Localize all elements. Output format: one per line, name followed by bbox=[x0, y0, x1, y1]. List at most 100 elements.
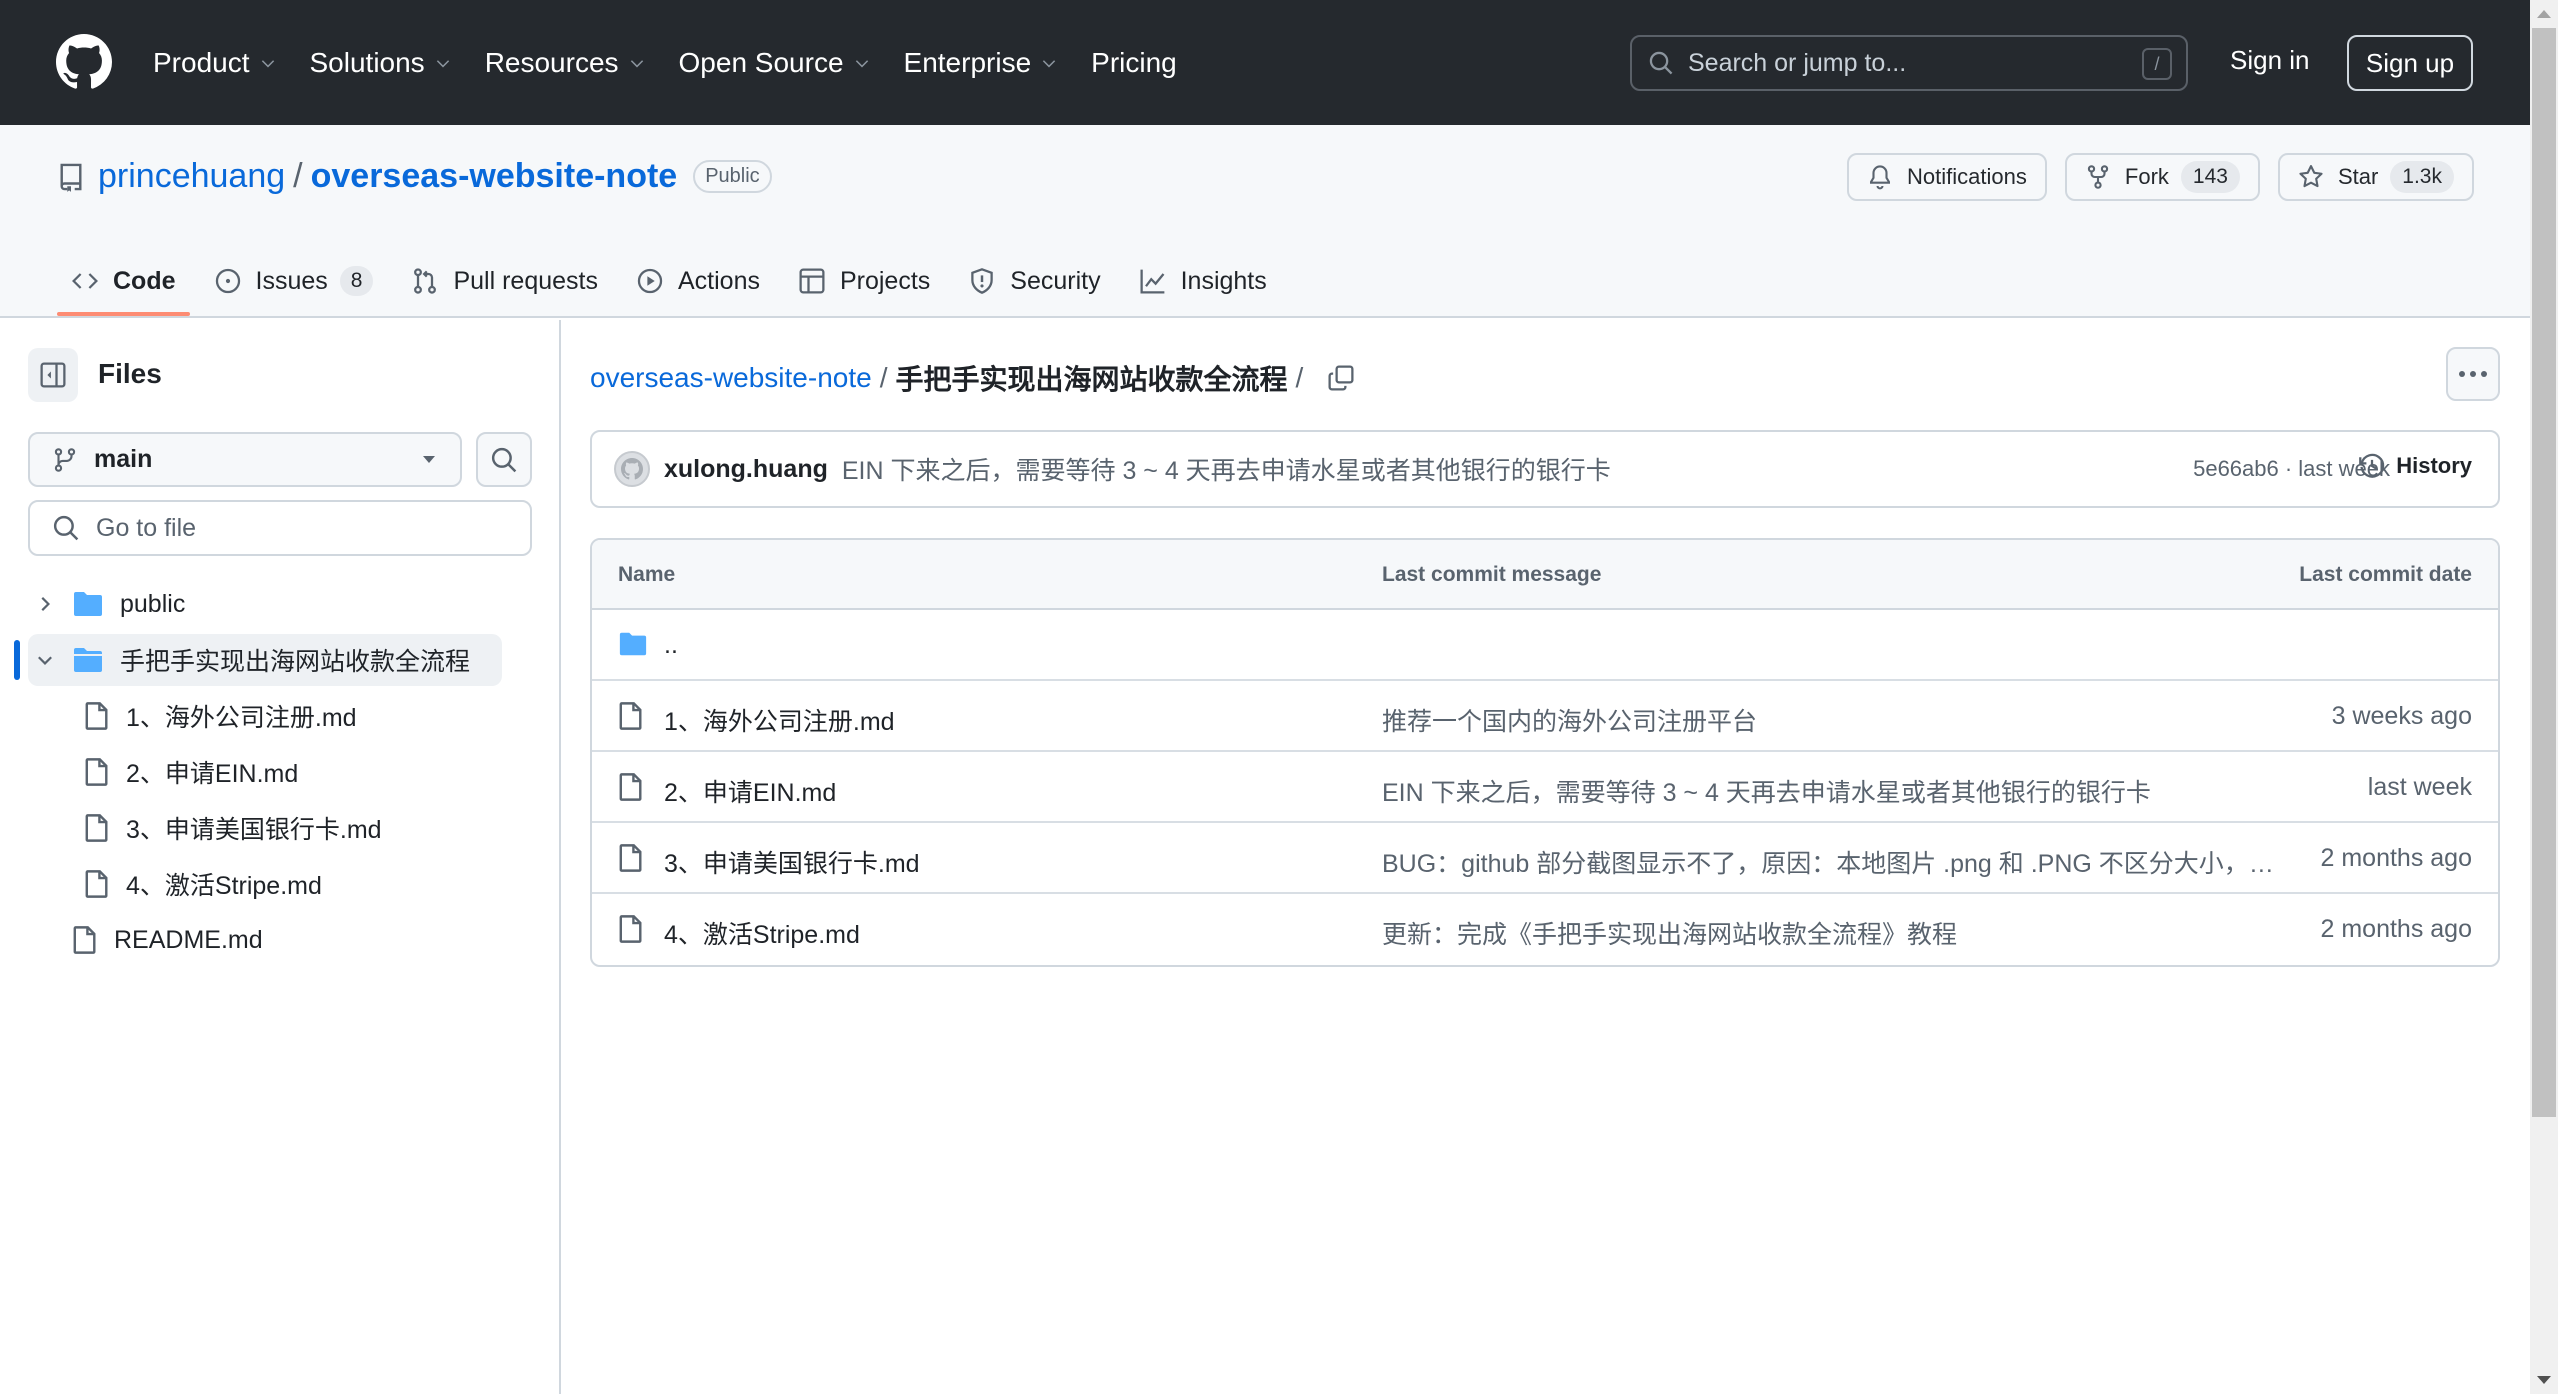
breadcrumb: overseas-website-note / 手把手实现出海网站收款全流程 / bbox=[590, 358, 1355, 398]
commit-date: last week bbox=[2367, 773, 2472, 801]
issues-count: 8 bbox=[339, 266, 374, 296]
file-table: Name Last commit message Last commit dat… bbox=[590, 538, 2500, 967]
file-icon bbox=[85, 758, 108, 786]
github-avatar-icon bbox=[621, 458, 643, 480]
nav-resources[interactable]: Resources bbox=[485, 47, 646, 79]
parent-directory-link[interactable]: .. bbox=[664, 631, 678, 660]
commit-message-link[interactable]: 更新：完成《手把手实现出海网站收款全流程》教程 bbox=[1382, 915, 2282, 951]
copy-path-icon[interactable] bbox=[1327, 364, 1355, 392]
search-files-button[interactable] bbox=[476, 432, 532, 487]
column-last-commit-date: Last commit date bbox=[2299, 563, 2472, 586]
sign-up-button[interactable]: Sign up bbox=[2347, 35, 2473, 91]
file-icon bbox=[85, 870, 108, 898]
sidebar-collapse-icon bbox=[40, 362, 66, 388]
shield-icon bbox=[971, 268, 994, 294]
nav-enterprise[interactable]: Enterprise bbox=[904, 47, 1059, 79]
repo-actions: Notifications Fork 143 Star 1.3k bbox=[1847, 153, 2474, 201]
nav-solutions[interactable]: Solutions bbox=[310, 47, 452, 79]
tab-code[interactable]: Code bbox=[57, 255, 190, 316]
repo-tabs: Code Issues 8 Pull requests Actions Proj… bbox=[57, 255, 1291, 318]
tree-item-file[interactable]: README.md bbox=[72, 914, 502, 966]
commit-message-link[interactable]: BUG：github 部分截图显示不了，原因：本地图片 .png 和 .PNG … bbox=[1382, 844, 2282, 880]
fork-count: 143 bbox=[2180, 161, 2240, 193]
file-name-link[interactable]: 4、激活Stripe.md bbox=[664, 915, 860, 951]
page-scrollbar[interactable] bbox=[2530, 0, 2558, 1394]
tab-projects[interactable]: Projects bbox=[784, 255, 944, 307]
file-icon bbox=[619, 915, 642, 943]
commit-message-link[interactable]: EIN 下来之后，需要等待 3 ~ 4 天再去申请水星或者其他银行的银行卡 bbox=[1382, 773, 2282, 809]
file-name-link[interactable]: 2、申请EIN.md bbox=[664, 773, 836, 809]
tree-item-file[interactable]: 4、激活Stripe.md bbox=[84, 858, 502, 910]
table-row: 1、海外公司注册.md 推荐一个国内的海外公司注册平台 3 weeks ago bbox=[592, 681, 2498, 752]
tree-item-folder[interactable]: public bbox=[28, 578, 502, 630]
collapse-sidebar-button[interactable] bbox=[28, 348, 78, 402]
file-icon bbox=[85, 702, 108, 730]
tree-item-file[interactable]: 2、申请EIN.md bbox=[84, 746, 502, 798]
tab-issues[interactable]: Issues 8 bbox=[200, 255, 388, 307]
tree-item-file[interactable]: 1、海外公司注册.md bbox=[84, 690, 502, 742]
commit-date: 2 months ago bbox=[2320, 915, 2473, 943]
chevron-down-icon bbox=[261, 59, 274, 67]
nav-open-source[interactable]: Open Source bbox=[679, 47, 871, 79]
scroll-up-arrow-icon[interactable] bbox=[2537, 10, 2551, 18]
table-row: 3、申请美国银行卡.md BUG：github 部分截图显示不了，原因：本地图片… bbox=[592, 823, 2498, 894]
repo-name-link[interactable]: overseas-website-note bbox=[311, 157, 678, 196]
branch-name: main bbox=[94, 445, 153, 473]
visibility-badge: Public bbox=[693, 160, 772, 193]
graph-icon bbox=[1140, 269, 1164, 294]
column-name: Name bbox=[618, 563, 676, 586]
global-nav: Product Solutions Resources Open Source … bbox=[153, 0, 1210, 125]
global-header: Product Solutions Resources Open Source … bbox=[0, 0, 2530, 125]
file-icon bbox=[619, 773, 642, 801]
search-icon bbox=[491, 447, 517, 472]
tab-insights[interactable]: Insights bbox=[1125, 255, 1281, 307]
file-icon bbox=[73, 926, 96, 954]
table-row: 2、申请EIN.md EIN 下来之后，需要等待 3 ~ 4 天再去申请水星或者… bbox=[592, 752, 2498, 823]
commit-date: 3 weeks ago bbox=[2331, 702, 2472, 730]
tab-security[interactable]: Security bbox=[954, 255, 1114, 307]
commit-message-link[interactable]: EIN 下来之后，需要等待 3 ~ 4 天再去申请水星或者其他银行的银行卡 bbox=[842, 451, 1611, 487]
more-options-button[interactable] bbox=[2446, 347, 2500, 401]
search-placeholder: Search or jump to... bbox=[1688, 48, 1907, 77]
file-name-link[interactable]: 1、海外公司注册.md bbox=[664, 702, 895, 738]
sign-in-link[interactable]: Sign in bbox=[2230, 45, 2310, 76]
star-button[interactable]: Star 1.3k bbox=[2277, 153, 2474, 201]
column-last-commit-message: Last commit message bbox=[1382, 563, 1602, 586]
branch-select[interactable]: main bbox=[28, 432, 462, 487]
tab-actions[interactable]: Actions bbox=[622, 255, 774, 307]
file-name-link[interactable]: 3、申请美国银行卡.md bbox=[664, 844, 920, 880]
scrollbar-thumb[interactable] bbox=[2532, 28, 2556, 1117]
nav-product[interactable]: Product bbox=[153, 47, 277, 79]
global-search-input[interactable]: Search or jump to... / bbox=[1630, 35, 2188, 91]
directory-view: overseas-website-note / 手把手实现出海网站收款全流程 /… bbox=[562, 320, 2530, 1394]
breadcrumb-root-link[interactable]: overseas-website-note bbox=[590, 362, 872, 394]
commit-author-link[interactable]: xulong.huang bbox=[664, 455, 828, 484]
issue-icon bbox=[215, 268, 240, 294]
fork-button[interactable]: Fork 143 bbox=[2064, 153, 2260, 201]
play-icon bbox=[637, 268, 663, 294]
parent-directory-row[interactable]: .. bbox=[592, 610, 2498, 681]
pull-request-icon bbox=[414, 268, 437, 294]
commit-message-link[interactable]: 推荐一个国内的海外公司注册平台 bbox=[1382, 702, 2282, 738]
tab-pull-requests[interactable]: Pull requests bbox=[397, 255, 612, 307]
nav-pricing[interactable]: Pricing bbox=[1091, 47, 1177, 79]
tree-item-file[interactable]: 3、申请美国银行卡.md bbox=[84, 802, 502, 854]
github-logo-icon[interactable] bbox=[56, 34, 112, 90]
file-icon bbox=[85, 814, 108, 842]
files-heading: Files bbox=[98, 358, 162, 389]
notifications-button[interactable]: Notifications bbox=[1847, 153, 2047, 201]
table-icon bbox=[799, 268, 825, 294]
chevron-right-icon bbox=[41, 597, 50, 611]
tree-item-folder-selected[interactable]: 手把手实现出海网站收款全流程 bbox=[28, 634, 502, 686]
breadcrumb-current: 手把手实现出海网站收款全流程 bbox=[895, 364, 1288, 395]
latest-commit-bar: xulong.huang EIN 下来之后，需要等待 3 ~ 4 天再去申请水星… bbox=[590, 430, 2500, 508]
folder-icon bbox=[619, 632, 647, 656]
history-link[interactable]: History bbox=[2358, 452, 2472, 480]
go-to-file-input[interactable]: Go to file bbox=[28, 500, 532, 556]
chevron-down-icon bbox=[630, 59, 643, 67]
commit-date: 2 months ago bbox=[2320, 844, 2473, 872]
scroll-down-arrow-icon[interactable] bbox=[2537, 1376, 2551, 1384]
avatar[interactable] bbox=[614, 451, 650, 487]
file-table-header: Name Last commit message Last commit dat… bbox=[592, 540, 2498, 610]
repo-owner-link[interactable]: princehuang bbox=[98, 157, 285, 196]
